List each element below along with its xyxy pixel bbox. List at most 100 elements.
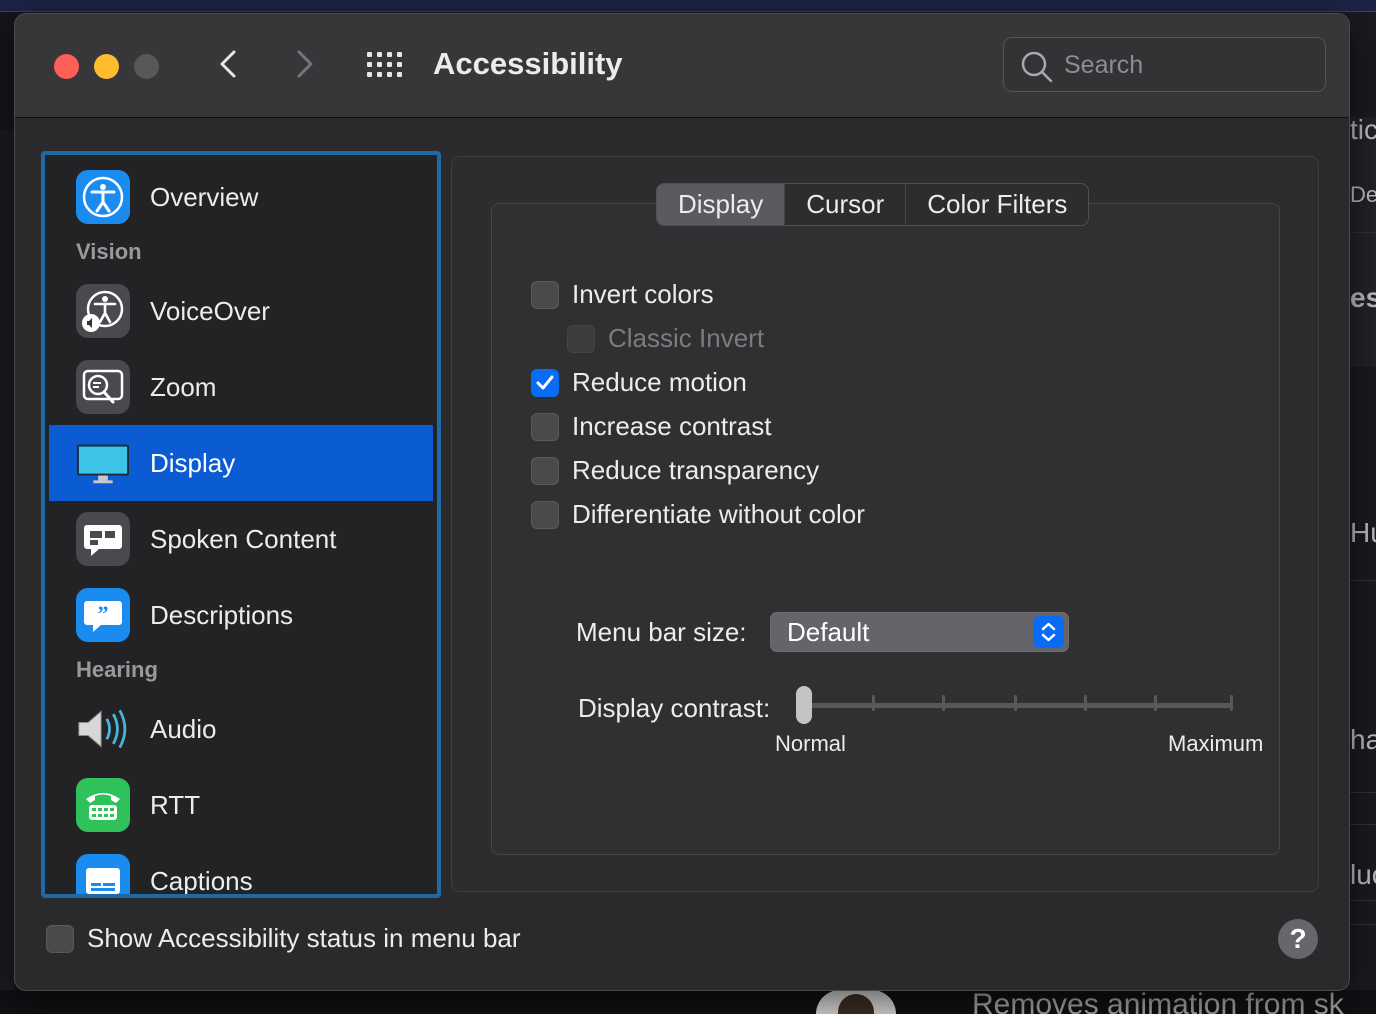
- sidebar-item-label: Audio: [150, 713, 217, 744]
- invert-colors-row[interactable]: Invert colors: [531, 279, 714, 310]
- spoken-content-icon: [76, 512, 130, 566]
- show-status-checkbox[interactable]: [46, 924, 74, 953]
- reduce-motion-row[interactable]: Reduce motion: [531, 367, 747, 398]
- accessibility-icon: [76, 170, 130, 224]
- sidebar-item-rtt[interactable]: RTT: [49, 767, 433, 843]
- sidebar-item-label: RTT: [150, 789, 201, 820]
- background-app-left-edge: [0, 130, 14, 990]
- tab-bar: Display Cursor Color Filters: [656, 183, 1090, 226]
- search-input[interactable]: [1064, 48, 1314, 82]
- back-button[interactable]: [210, 44, 250, 84]
- differentiate-without-color-checkbox[interactable]: [531, 500, 559, 529]
- tab-color-filters[interactable]: Color Filters: [906, 184, 1088, 225]
- background-divider: [1350, 580, 1376, 581]
- sidebar-item-display[interactable]: Display: [49, 425, 433, 501]
- help-button[interactable]: ?: [1278, 919, 1318, 959]
- sidebar-item-zoom[interactable]: Zoom: [49, 349, 433, 425]
- differentiate-row[interactable]: Differentiate without color: [531, 499, 865, 530]
- background-panel: [1350, 117, 1376, 367]
- background-app-bottom: Removes animation from sk: [0, 988, 1376, 1014]
- display-tab-content: Invert colors Classic Invert Reduce moti…: [491, 203, 1280, 855]
- section-header-hearing: Hearing: [76, 657, 158, 682]
- background-text: tic: [1350, 114, 1376, 145]
- show-status-row[interactable]: Show Accessibility status in menu bar: [46, 923, 521, 954]
- sidebar-item-voiceover[interactable]: VoiceOver: [49, 273, 433, 349]
- chevron-right-icon: [297, 50, 313, 78]
- background-text: es: [1350, 282, 1376, 313]
- classic-invert-label: Classic Invert: [608, 323, 765, 353]
- forward-button[interactable]: [285, 44, 325, 84]
- zoom-icon: [76, 360, 130, 414]
- menu-bar-size-value: Default: [787, 617, 870, 647]
- increase-contrast-checkbox[interactable]: [531, 412, 559, 441]
- background-text: ha: [1350, 724, 1376, 755]
- background-text: Hu: [1350, 517, 1376, 548]
- tab-cursor[interactable]: Cursor: [785, 184, 907, 225]
- classic-invert-row: Classic Invert: [567, 323, 764, 354]
- sidebar-item-label: Spoken Content: [150, 523, 337, 554]
- classic-invert-checkbox: [567, 324, 595, 353]
- reduce-transparency-row[interactable]: Reduce transparency: [531, 455, 819, 486]
- display-settings-panel: Invert colors Classic Invert Reduce moti…: [451, 156, 1319, 892]
- search-field[interactable]: [1003, 37, 1326, 92]
- reduce-motion-label: Reduce motion: [572, 367, 747, 397]
- increase-contrast-label: Increase contrast: [572, 411, 772, 441]
- show-all-grid-button[interactable]: [367, 52, 403, 78]
- differentiate-without-color-label: Differentiate without color: [572, 499, 865, 529]
- background-divider: [1350, 924, 1376, 925]
- speaker-icon: [76, 702, 130, 756]
- invert-colors-label: Invert colors: [572, 279, 714, 309]
- chevron-left-icon: [220, 50, 236, 78]
- sidebar-item-label: Display: [150, 447, 236, 478]
- display-icon: [76, 436, 130, 490]
- display-contrast-slider[interactable]: [796, 686, 1236, 726]
- checkmark-icon: [536, 375, 554, 389]
- background-divider: [1350, 824, 1376, 825]
- voiceover-icon: [76, 284, 130, 338]
- slider-tick: [1014, 695, 1017, 711]
- background-app-topbar: [0, 0, 1376, 12]
- sidebar-item-label: VoiceOver: [150, 295, 270, 326]
- background-divider: [1350, 792, 1376, 793]
- slider-min-label: Normal: [775, 731, 846, 756]
- sidebar-item-spoken-content[interactable]: Spoken Content: [49, 501, 433, 577]
- background-avatar: [816, 990, 896, 1014]
- minimize-button[interactable]: [94, 54, 119, 79]
- title-bar: Accessibility: [15, 14, 1349, 118]
- background-text: De: [1350, 182, 1376, 207]
- reduce-transparency-checkbox[interactable]: [531, 456, 559, 485]
- close-button[interactable]: [54, 54, 79, 79]
- background-divider: [1350, 900, 1376, 901]
- zoom-button-disabled[interactable]: [134, 54, 159, 79]
- slider-tick: [1230, 695, 1233, 711]
- slider-tick: [872, 695, 875, 711]
- window-title: Accessibility: [433, 46, 623, 81]
- sidebar-item-label: Descriptions: [150, 599, 294, 630]
- slider-tick: [1154, 695, 1157, 711]
- sidebar-item-captions[interactable]: Captions: [49, 843, 433, 896]
- slider-tick: [1084, 695, 1087, 711]
- reduce-motion-checkbox[interactable]: [531, 368, 559, 397]
- captions-icon: [76, 854, 130, 894]
- tab-display[interactable]: Display: [657, 184, 786, 225]
- sidebar-item-label: Captions: [150, 865, 253, 896]
- menu-bar-size-select[interactable]: Default: [770, 612, 1069, 652]
- sidebar-item-descriptions[interactable]: ” Descriptions: [49, 577, 433, 653]
- menu-bar-size-label: Menu bar size:: [576, 617, 747, 647]
- slider-knob[interactable]: [796, 686, 812, 724]
- show-status-label: Show Accessibility status in menu bar: [87, 923, 521, 953]
- rtt-icon: [76, 778, 130, 832]
- search-icon: [1021, 51, 1053, 83]
- reduce-transparency-label: Reduce transparency: [572, 455, 820, 485]
- increase-contrast-row[interactable]: Increase contrast: [531, 411, 771, 442]
- svg-text:”: ”: [98, 601, 109, 626]
- background-divider: [1350, 232, 1376, 233]
- background-text: luc: [1350, 859, 1376, 890]
- display-contrast-label: Display contrast:: [578, 693, 771, 723]
- background-text: Removes animation from sk: [972, 988, 1344, 1014]
- sidebar: Overview Vision VoiceOver Zoom Display S: [41, 151, 441, 898]
- invert-colors-checkbox[interactable]: [531, 280, 559, 309]
- sidebar-item-overview[interactable]: Overview: [49, 159, 433, 235]
- sidebar-item-audio[interactable]: Audio: [49, 691, 433, 767]
- descriptions-icon: ”: [76, 588, 130, 642]
